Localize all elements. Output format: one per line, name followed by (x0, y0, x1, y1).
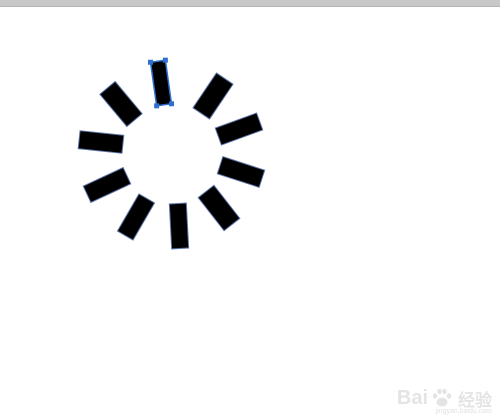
spinner-bar[interactable] (99, 80, 143, 128)
spinner-drawing[interactable] (0, 0, 500, 417)
paw-icon (432, 388, 452, 407)
spinner-bar[interactable] (168, 202, 190, 250)
spinner-bar[interactable] (77, 130, 125, 154)
spinner-bar[interactable] (82, 166, 132, 204)
selection-handle[interactable] (162, 57, 168, 63)
watermark-brand-left: Bai (396, 386, 428, 409)
spinner-bar[interactable] (192, 72, 234, 120)
selection-handle[interactable] (168, 101, 174, 107)
spinner-bar[interactable] (197, 184, 241, 232)
watermark-domain: jingyan.baidu.com (435, 408, 492, 415)
spinner-bar[interactable] (216, 156, 266, 188)
selection-handle[interactable] (154, 103, 160, 109)
spinner-bar[interactable] (214, 112, 264, 146)
selection-handle[interactable] (148, 59, 154, 65)
baidu-jingyan-watermark: Bai 经验 jingyan.baidu.com (396, 383, 492, 416)
watermark-brand-right: 经验 (458, 390, 492, 411)
spinner-bar[interactable] (116, 193, 156, 241)
